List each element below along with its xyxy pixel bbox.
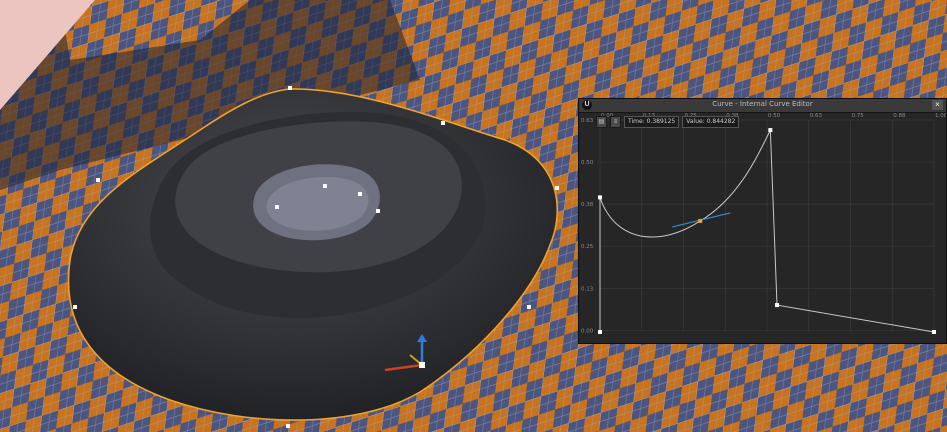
curve-key[interactable]	[598, 195, 602, 200]
keyframe-mode-icon[interactable]: ≡	[610, 116, 621, 128]
title-bar[interactable]: U Curve - Internal Curve Editor ×	[579, 99, 946, 113]
curve-key[interactable]	[598, 330, 602, 334]
y-tick-label: 0.38	[581, 202, 594, 208]
time-value: 0.389125	[646, 118, 676, 125]
time-label: Time	[628, 118, 643, 125]
curve-key[interactable]	[768, 128, 773, 133]
close-button[interactable]: ×	[932, 100, 943, 110]
x-tick-label: 1.00	[935, 113, 946, 119]
x-tick-label: 0.50	[768, 113, 781, 119]
zoom-to-fit-icon[interactable]: ▤	[596, 116, 607, 128]
value-value: 0.844282	[706, 118, 736, 125]
y-tick-label: 0.50	[581, 160, 594, 166]
y-tick-label: 0.25	[581, 244, 594, 250]
curve-key[interactable]	[775, 303, 780, 308]
x-tick-label: 0.88	[893, 113, 906, 119]
value-field[interactable]: Value: 0.844282	[682, 116, 740, 128]
y-tick-label: 0.00	[581, 328, 594, 334]
x-tick-label: 0.63	[810, 113, 823, 119]
window-title: Curve - Internal Curve Editor	[712, 100, 813, 108]
curve-toolbar: ▤ ≡ Time: 0.389125 Value: 0.844282	[596, 116, 740, 128]
y-tick-label: 0.13	[581, 286, 594, 292]
y-tick-label: 0.63	[581, 118, 594, 124]
x-tick-label: 0.75	[852, 113, 865, 119]
curve-key[interactable]	[932, 330, 936, 334]
curve-editor-window[interactable]: U Curve - Internal Curve Editor × 0.00 0.…	[578, 98, 947, 344]
time-field[interactable]: Time: 0.389125	[624, 116, 680, 128]
value-label: Value	[686, 118, 703, 125]
curve-graph[interactable]: 0.00 0.13 0.25 0.38 0.50 0.63 0.75 0.88 1.00 0.63…	[579, 112, 946, 343]
selected-key[interactable]	[698, 218, 703, 223]
